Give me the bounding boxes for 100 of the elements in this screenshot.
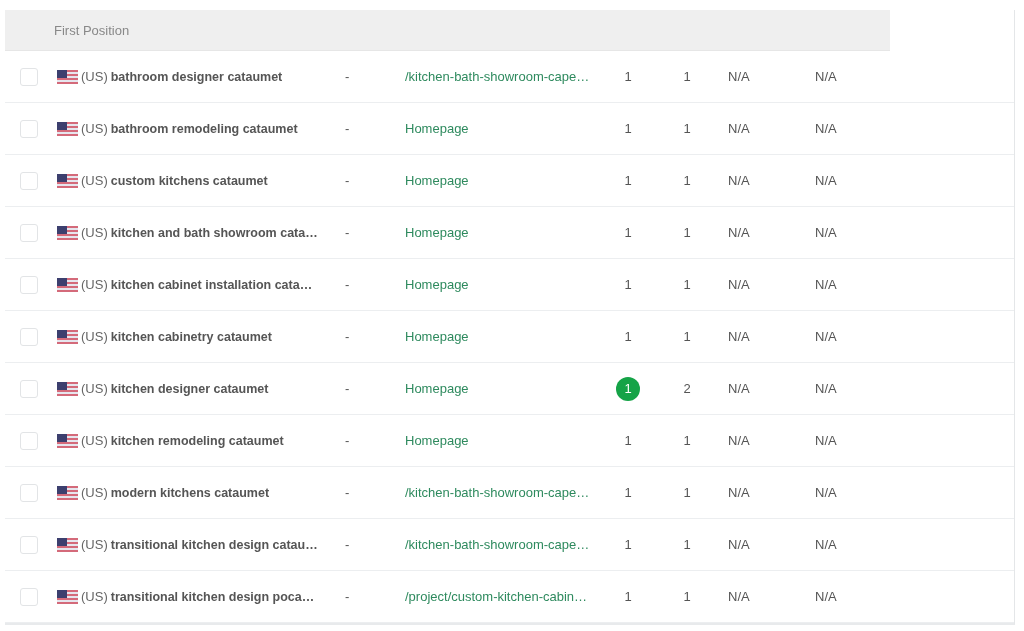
us-flag-icon bbox=[57, 121, 78, 136]
position-value: 1 bbox=[683, 433, 691, 448]
na-value: N/A bbox=[815, 225, 837, 240]
us-flag-icon bbox=[57, 225, 78, 240]
country-code: (US) bbox=[81, 225, 108, 240]
position-value: 1 bbox=[683, 277, 691, 292]
dash-text: - bbox=[345, 433, 350, 448]
position-value: 1 bbox=[624, 589, 632, 604]
keyword-text: kitchen cabinet installation cata… bbox=[110, 277, 313, 292]
position-value: 1 bbox=[683, 69, 691, 84]
na-value: N/A bbox=[728, 329, 750, 344]
na-value: N/A bbox=[815, 537, 837, 552]
us-flag-icon bbox=[57, 173, 78, 188]
keyword-text: kitchen designer cataumet bbox=[110, 381, 269, 396]
us-flag-icon bbox=[57, 277, 78, 292]
position-value: 1 bbox=[624, 277, 632, 292]
position-value: 1 bbox=[683, 173, 691, 188]
na-value: N/A bbox=[815, 381, 837, 396]
country-code: (US) bbox=[81, 537, 108, 552]
keyword-text: transitional kitchen design poca… bbox=[110, 589, 315, 604]
na-value: N/A bbox=[728, 121, 750, 136]
country-code: (US) bbox=[81, 121, 108, 136]
url-link[interactable]: Homepage bbox=[405, 173, 469, 188]
na-value: N/A bbox=[815, 329, 837, 344]
dash-text: - bbox=[345, 173, 350, 188]
row-checkbox[interactable] bbox=[20, 223, 38, 242]
position-value: 1 bbox=[683, 121, 691, 136]
position-value: 1 bbox=[624, 485, 632, 500]
position-value: 1 bbox=[624, 537, 632, 552]
us-flag-icon bbox=[57, 381, 78, 396]
na-value: N/A bbox=[728, 69, 750, 84]
us-flag-icon bbox=[57, 589, 78, 604]
na-value: N/A bbox=[815, 173, 837, 188]
url-link[interactable]: /kitchen-bath-showroom-cape… bbox=[405, 485, 590, 500]
row-checkbox[interactable] bbox=[20, 535, 38, 554]
na-value: N/A bbox=[728, 277, 750, 292]
country-code: (US) bbox=[81, 589, 108, 604]
keyword-text: kitchen remodeling cataumet bbox=[110, 433, 284, 448]
us-flag-icon bbox=[57, 433, 78, 448]
na-value: N/A bbox=[728, 173, 750, 188]
na-value: N/A bbox=[815, 277, 837, 292]
url-link[interactable]: Homepage bbox=[405, 225, 469, 240]
na-value: N/A bbox=[815, 485, 837, 500]
url-link[interactable]: /kitchen-bath-showroom-cape… bbox=[405, 537, 590, 552]
dash-text: - bbox=[345, 277, 350, 292]
na-value: N/A bbox=[728, 537, 750, 552]
na-value: N/A bbox=[815, 433, 837, 448]
us-flag-icon bbox=[57, 69, 78, 84]
keyword-text: bathroom designer cataumet bbox=[110, 69, 283, 84]
keyword-text: kitchen and bath showroom cata… bbox=[110, 225, 318, 240]
row-checkbox[interactable] bbox=[20, 67, 38, 86]
url-link[interactable]: /kitchen-bath-showroom-cape… bbox=[405, 69, 590, 84]
na-value: N/A bbox=[728, 485, 750, 500]
row-checkbox[interactable] bbox=[20, 379, 38, 398]
position-value: 1 bbox=[683, 225, 691, 240]
row-checkbox[interactable] bbox=[20, 431, 38, 450]
dash-text: - bbox=[345, 537, 350, 552]
position-value: 1 bbox=[683, 485, 691, 500]
dash-text: - bbox=[345, 329, 350, 344]
na-value: N/A bbox=[728, 433, 750, 448]
position-value: 1 bbox=[624, 173, 632, 188]
us-flag-icon bbox=[57, 329, 78, 344]
row-checkbox[interactable] bbox=[20, 587, 38, 606]
na-value: N/A bbox=[815, 589, 837, 604]
na-value: N/A bbox=[728, 225, 750, 240]
column-header: First Position bbox=[54, 22, 130, 38]
position-value: 2 bbox=[683, 381, 691, 396]
country-code: (US) bbox=[81, 433, 108, 448]
position-value: 1 bbox=[683, 329, 691, 344]
keyword-text: bathroom remodeling cataumet bbox=[110, 121, 298, 136]
position-value: 1 bbox=[624, 69, 632, 84]
url-link[interactable]: Homepage bbox=[405, 329, 469, 344]
row-checkbox[interactable] bbox=[20, 171, 38, 190]
country-code: (US) bbox=[81, 485, 108, 500]
row-checkbox[interactable] bbox=[20, 327, 38, 346]
na-value: N/A bbox=[728, 589, 750, 604]
row-checkbox[interactable] bbox=[20, 119, 38, 138]
url-link[interactable]: Homepage bbox=[405, 121, 469, 136]
country-code: (US) bbox=[81, 329, 108, 344]
url-link[interactable]: Homepage bbox=[405, 381, 469, 396]
dash-text: - bbox=[345, 69, 350, 84]
url-link[interactable]: /project/custom-kitchen-cabin… bbox=[405, 589, 588, 604]
position-value: 1 bbox=[624, 121, 632, 136]
position-value: 1 bbox=[624, 329, 632, 344]
na-value: N/A bbox=[815, 121, 837, 136]
url-link[interactable]: Homepage bbox=[405, 277, 469, 292]
url-link[interactable]: Homepage bbox=[405, 433, 469, 448]
na-value: N/A bbox=[728, 381, 750, 396]
na-value: N/A bbox=[815, 69, 837, 84]
row-checkbox[interactable] bbox=[20, 275, 38, 294]
keyword-text: transitional kitchen design catau… bbox=[110, 537, 318, 552]
position-value: 1 bbox=[683, 589, 691, 604]
position-value: 1 bbox=[624, 225, 632, 240]
row-checkbox[interactable] bbox=[20, 483, 38, 502]
dash-text: - bbox=[345, 485, 350, 500]
country-code: (US) bbox=[81, 381, 108, 396]
position-value: 1 bbox=[624, 433, 632, 448]
dash-text: - bbox=[345, 225, 350, 240]
position-value: 1 bbox=[683, 537, 691, 552]
keyword-text: custom kitchens cataumet bbox=[110, 173, 268, 188]
